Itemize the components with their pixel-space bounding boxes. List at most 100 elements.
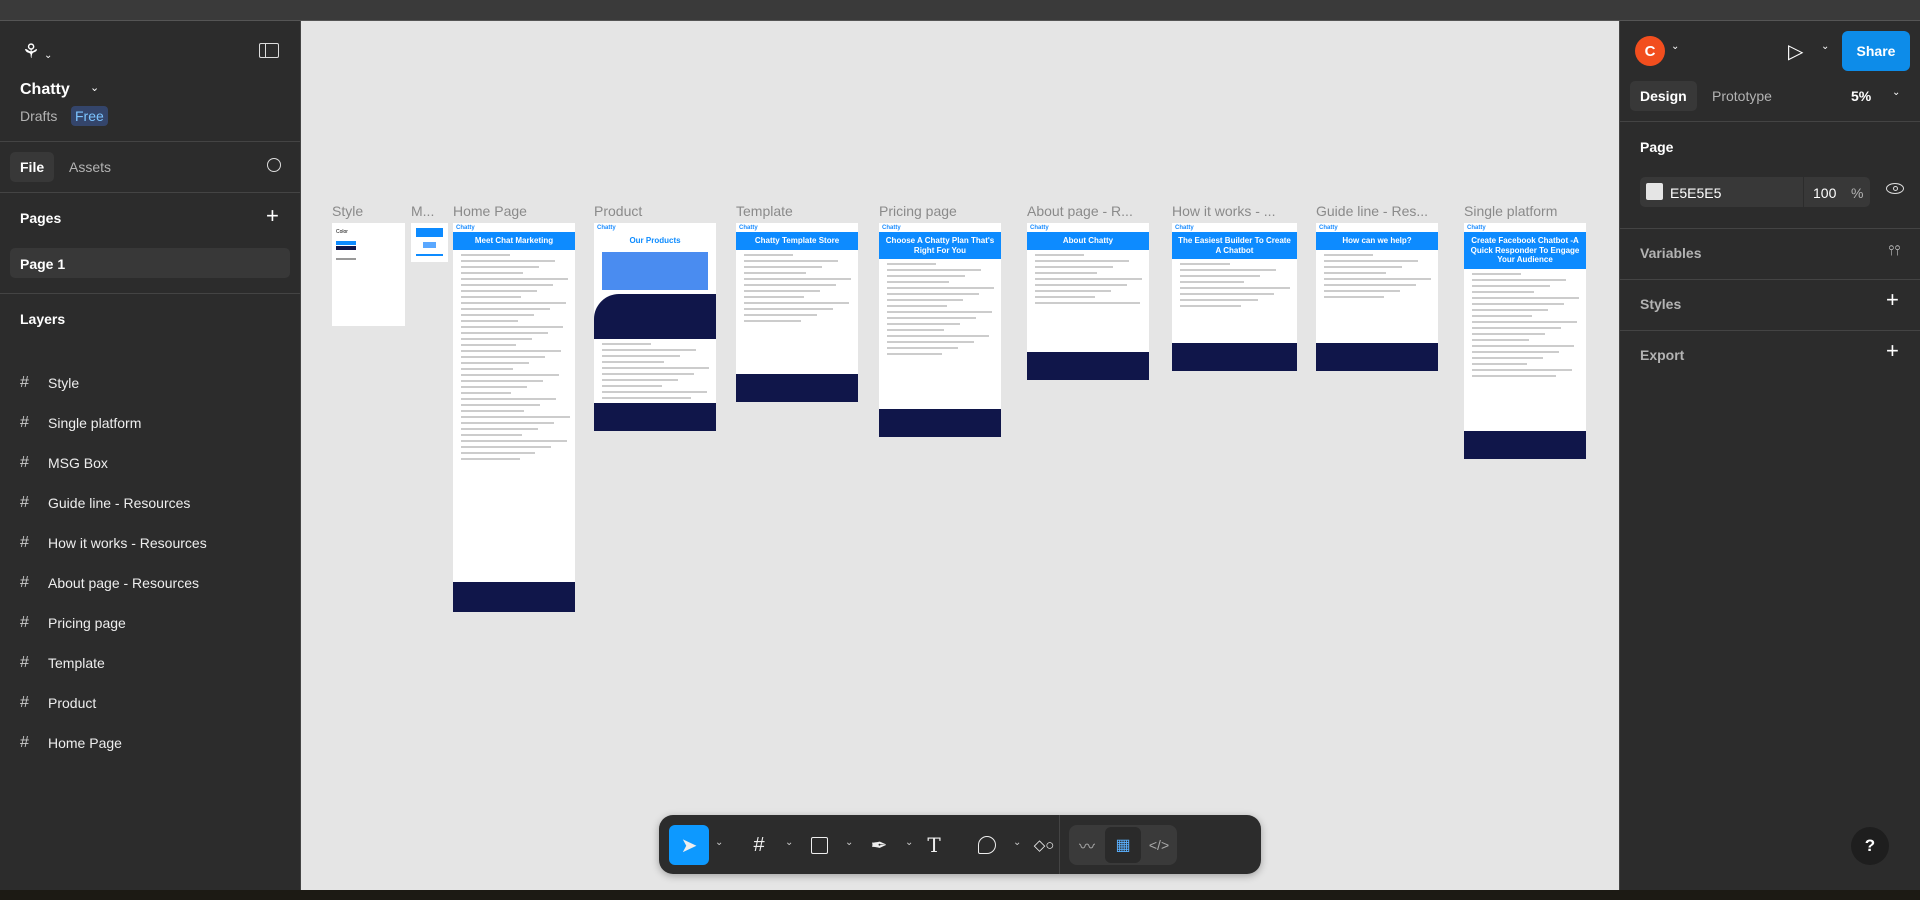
chevron-down-icon[interactable]: ⌄ — [1892, 87, 1900, 98]
canvas-frame[interactable]: Chatty The Easiest Builder To Create A Ch… — [1172, 223, 1297, 371]
drafts-location[interactable]: Drafts — [20, 108, 57, 124]
page-item[interactable]: Page 1 — [10, 248, 290, 278]
tab-assets[interactable]: Assets — [69, 159, 111, 175]
right-panel: C ⌄ ▷ ⌄ Share Design Prototype 5% ⌄ Page… — [1619, 21, 1920, 890]
frame-brand: Chatty — [1030, 224, 1049, 231]
variables-heading[interactable]: Variables — [1640, 245, 1702, 261]
tab-file[interactable]: File — [10, 152, 55, 182]
canvas-frame[interactable]: Chatty Create Facebook Chatbot -A Quick R… — [1464, 223, 1586, 459]
layers-heading: Layers — [20, 311, 66, 327]
chevron-down-icon[interactable]: ⌄ — [715, 837, 723, 848]
frame-label[interactable]: Home Page — [453, 203, 527, 219]
add-style-icon[interactable]: + — [1886, 287, 1899, 313]
page-color-hex[interactable]: E5E5E5 — [1670, 185, 1721, 201]
text-tool-icon[interactable]: T — [914, 825, 954, 865]
move-tool-icon[interactable]: ➤ — [669, 825, 709, 865]
frame-brand: Chatty — [1467, 224, 1486, 231]
browser-tab-strip — [0, 0, 1920, 21]
frame-label[interactable]: Template — [736, 203, 793, 219]
actions-icon[interactable]: ◇○ — [1024, 825, 1064, 865]
mode-switcher: 〰 ▦ </> — [1069, 825, 1177, 865]
taskbar — [0, 890, 1920, 900]
canvas-frame[interactable]: Chatty About Chatty — [1027, 223, 1149, 380]
frame-icon: # — [20, 374, 29, 391]
chevron-down-icon[interactable]: ⌄ — [1821, 41, 1829, 52]
layer-label: Home Page — [48, 735, 122, 751]
frame-label[interactable]: Pricing page — [879, 203, 957, 219]
layer-label: Template — [48, 655, 105, 671]
file-name[interactable]: Chatty — [20, 81, 70, 99]
left-panel: ⚘ ⌄ Chatty ⌄ Drafts Free File Assets Page… — [0, 21, 301, 890]
color-swatch[interactable] — [1646, 183, 1663, 200]
styles-heading: Styles — [1640, 296, 1682, 312]
add-export-icon[interactable]: + — [1886, 338, 1899, 364]
layer-item[interactable]: # Home Page — [20, 729, 122, 757]
eye-icon[interactable] — [1886, 183, 1904, 194]
frame-brand: Chatty — [597, 224, 616, 231]
dev-mode-icon[interactable]: </> — [1141, 825, 1177, 865]
share-button[interactable]: Share — [1842, 31, 1910, 71]
layer-item[interactable]: # Template — [20, 649, 105, 677]
frame-title: Create Facebook Chatbot -A Quick Respond… — [1470, 236, 1580, 265]
layer-item[interactable]: # How it works - Resources — [20, 529, 207, 557]
layer-label: Pricing page — [48, 615, 126, 631]
frame-label[interactable]: M... — [411, 203, 434, 219]
comment-tool-icon[interactable] — [967, 825, 1007, 865]
bottom-toolbar: ➤ ⌄ # ⌄ ⌄ ✒ ⌄ T ⌄ ◇○ 〰 ▦ </> — [659, 815, 1261, 874]
chevron-down-icon[interactable]: ⌄ — [1671, 41, 1679, 52]
draw-mode-icon[interactable]: 〰 — [1069, 825, 1105, 865]
search-icon[interactable] — [267, 158, 281, 172]
frame-tool-icon[interactable]: # — [739, 825, 779, 865]
layer-item[interactable]: # Product — [20, 689, 96, 717]
zoom-level[interactable]: 5% — [1851, 88, 1871, 104]
frame-label[interactable]: How it works - ... — [1172, 203, 1275, 219]
frame-label[interactable]: Single platform — [1464, 203, 1557, 219]
layer-item[interactable]: # About page - Resources — [20, 569, 199, 597]
page-opacity[interactable]: 100 — [1813, 185, 1836, 201]
canvas-frame[interactable]: Chatty Our Products — [594, 223, 716, 431]
frame-icon: # — [20, 454, 29, 471]
canvas-frame[interactable] — [411, 223, 448, 262]
layer-label: MSG Box — [48, 455, 108, 471]
frame-label[interactable]: Guide line - Res... — [1316, 203, 1428, 219]
figma-menu-icon[interactable]: ⚘ ⌄ — [22, 39, 52, 64]
layer-item[interactable]: # Single platform — [20, 409, 141, 437]
canvas-frame[interactable]: Chatty Meet Chat Marketing — [453, 223, 575, 612]
chevron-down-icon[interactable]: ⌄ — [90, 81, 99, 94]
help-button[interactable]: ? — [1851, 827, 1889, 865]
add-page-icon[interactable]: + — [266, 203, 279, 229]
pages-heading: Pages — [20, 210, 62, 226]
layer-item[interactable]: # Pricing page — [20, 609, 126, 637]
canvas-frame[interactable]: Chatty Chatty Template Store — [736, 223, 858, 402]
frame-title: Choose A Chatty Plan That's Right For Yo… — [885, 236, 995, 255]
chevron-down-icon[interactable]: ⌄ — [905, 837, 913, 848]
layer-item[interactable]: # MSG Box — [20, 449, 108, 477]
tab-prototype[interactable]: Prototype — [1712, 88, 1772, 104]
layer-item[interactable]: # Style — [20, 369, 79, 397]
layer-item[interactable]: # Guide line - Resources — [20, 489, 190, 517]
frame-label[interactable]: Style — [332, 203, 363, 219]
frame-icon: # — [20, 734, 29, 751]
frame-label[interactable]: About page - R... — [1027, 203, 1133, 219]
chevron-down-icon[interactable]: ⌄ — [1013, 837, 1021, 848]
avatar[interactable]: C — [1635, 36, 1665, 66]
canvas-frame[interactable]: Chatty How can we help? — [1316, 223, 1438, 371]
chevron-down-icon[interactable]: ⌄ — [845, 837, 853, 848]
chevron-down-icon[interactable]: ⌄ — [785, 837, 793, 848]
frame-title: How can we help? — [1342, 236, 1412, 245]
layer-label: Guide line - Resources — [48, 495, 191, 511]
variables-icon[interactable]: ⫯⫯ — [1888, 242, 1900, 259]
present-play-icon[interactable]: ▷ — [1788, 39, 1803, 64]
frame-brand: Chatty — [882, 224, 901, 231]
tab-design[interactable]: Design — [1630, 81, 1697, 111]
canvas-frame[interactable]: Color — [332, 223, 405, 326]
design-mode-icon[interactable]: ▦ — [1105, 827, 1141, 863]
page-color-field[interactable]: E5E5E5 100 % — [1640, 177, 1870, 207]
frame-brand: Chatty — [1175, 224, 1194, 231]
canvas-frame[interactable]: Chatty Choose A Chatty Plan That's Right … — [879, 223, 1001, 437]
rectangle-tool-icon[interactable] — [799, 825, 839, 865]
layer-label: Product — [48, 695, 97, 711]
frame-label[interactable]: Product — [594, 203, 642, 219]
pen-tool-icon[interactable]: ✒ — [859, 825, 899, 865]
toggle-sidebar-icon[interactable] — [259, 43, 279, 58]
